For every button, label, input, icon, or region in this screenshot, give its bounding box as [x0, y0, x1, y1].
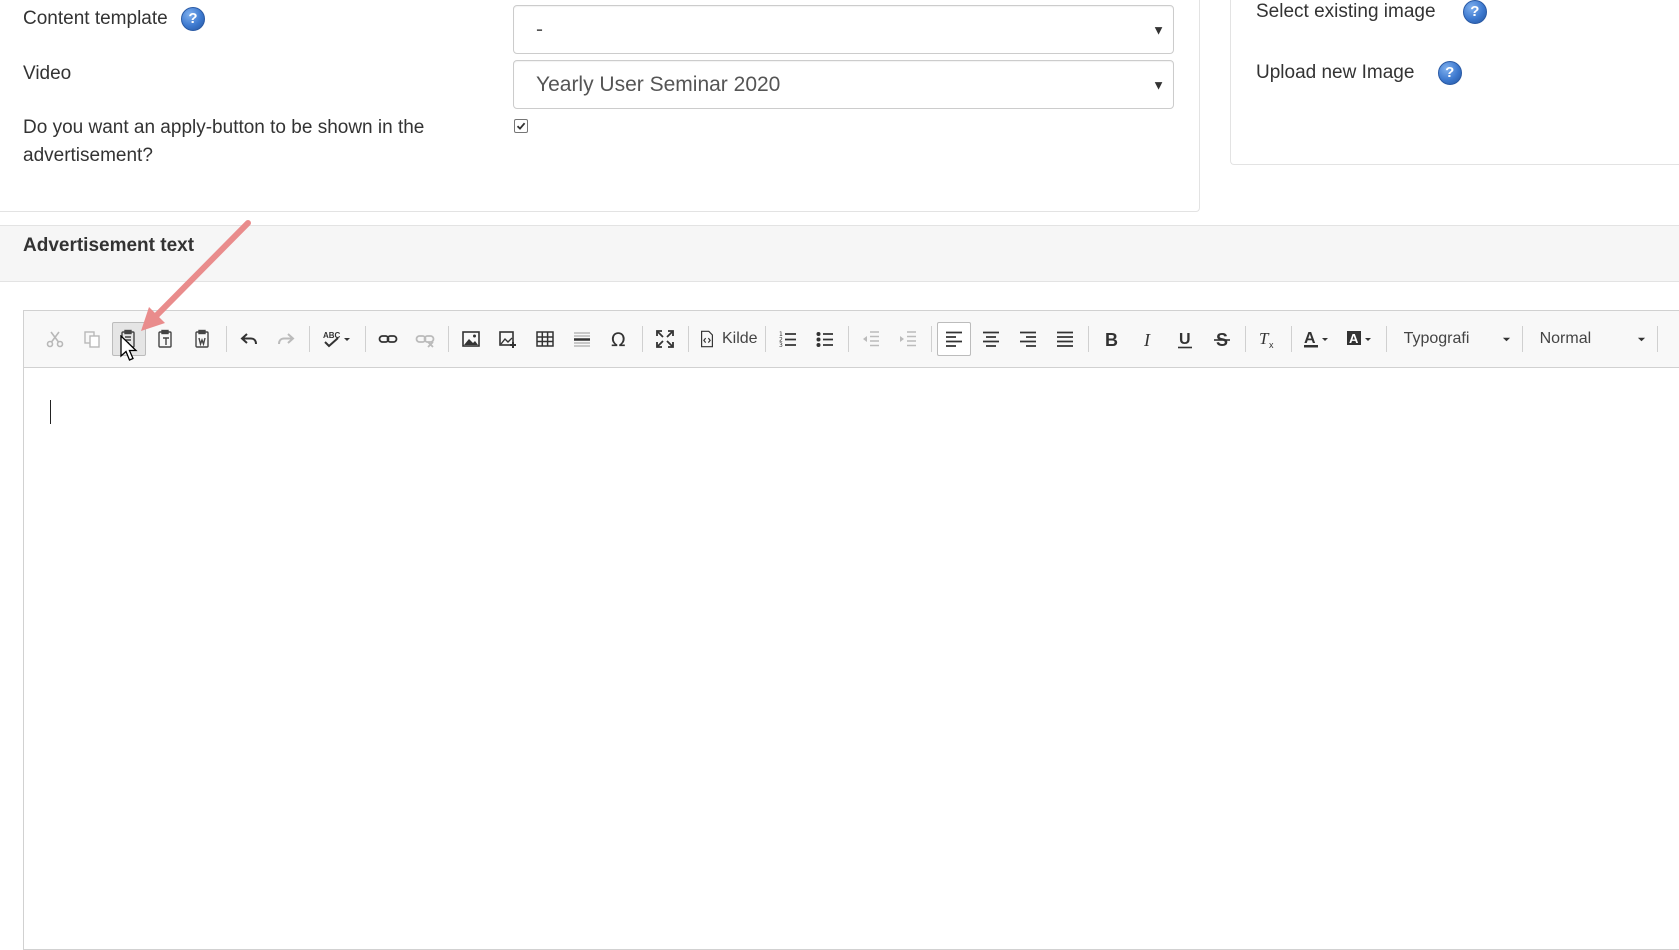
- format-style-dropdown[interactable]: Typografi: [1392, 322, 1519, 356]
- bold-icon[interactable]: B: [1094, 322, 1128, 356]
- svg-text:Ω: Ω: [611, 329, 626, 349]
- help-icon[interactable]: ?: [180, 6, 205, 31]
- spellcheck-icon[interactable]: ABC: [315, 322, 359, 356]
- video-select[interactable]: Yearly User Seminar 2020 ▼: [513, 60, 1174, 109]
- toolbar-separator: [1385, 326, 1387, 352]
- toolbar-separator: [1290, 326, 1292, 352]
- cut-icon[interactable]: [38, 322, 72, 356]
- content-template-select[interactable]: - ▼: [513, 5, 1174, 54]
- undo-icon[interactable]: [232, 322, 266, 356]
- apply-button-checkbox[interactable]: [514, 119, 528, 133]
- source-icon: [701, 330, 713, 348]
- unlink-icon[interactable]: [408, 322, 442, 356]
- editor-content-area[interactable]: [24, 368, 1679, 949]
- insert-media-icon[interactable]: [491, 322, 525, 356]
- video-label: Video: [23, 63, 72, 84]
- content-template-label: Content template ?: [23, 5, 205, 33]
- format-size-dropdown[interactable]: Normal: [1528, 322, 1654, 356]
- svg-text:x: x: [1269, 340, 1274, 349]
- increase-indent-icon[interactable]: [891, 322, 925, 356]
- numbered-list-icon[interactable]: 123: [771, 322, 805, 356]
- toolbar-separator: [226, 326, 227, 352]
- source-button[interactable]: Kilde: [694, 322, 762, 356]
- toolbar-separator: [847, 326, 849, 352]
- image-icon[interactable]: [454, 322, 488, 356]
- svg-text:3: 3: [779, 342, 783, 349]
- text-cursor: [50, 400, 51, 424]
- underline-icon[interactable]: U: [1168, 322, 1202, 356]
- align-left-icon[interactable]: [936, 322, 971, 356]
- text-color-icon[interactable]: A: [1297, 322, 1337, 356]
- apply-button-question: Do you want an apply-button to be shown …: [23, 117, 425, 166]
- copy-icon[interactable]: [75, 322, 109, 356]
- redo-icon[interactable]: [269, 322, 303, 356]
- special-character-icon[interactable]: Ω: [602, 322, 636, 356]
- toolbar-separator: [1087, 326, 1089, 352]
- checkmark-icon: [516, 122, 526, 130]
- help-icon[interactable]: ?: [1437, 60, 1462, 85]
- toolbar-separator: [688, 326, 689, 352]
- strikethrough-icon[interactable]: S: [1205, 322, 1239, 356]
- help-icon[interactable]: ?: [1462, 0, 1487, 24]
- toolbar-separator: [1521, 326, 1523, 352]
- horizontal-line-icon[interactable]: [565, 322, 599, 356]
- svg-text:B: B: [1105, 330, 1118, 349]
- svg-text:A: A: [1349, 331, 1359, 346]
- background-color-icon[interactable]: A: [1340, 322, 1380, 356]
- toolbar-separator: [448, 326, 449, 352]
- rich-text-editor: ABC Ω Kilde 1 2 3 B I U S T x A A Typogr…: [23, 310, 1679, 950]
- chevron-down-icon: ▼: [1152, 77, 1165, 92]
- justify-icon[interactable]: [1048, 322, 1082, 356]
- toolbar-separator: [1244, 326, 1246, 352]
- paste-from-word-icon[interactable]: [186, 322, 220, 356]
- chevron-down-icon: [1637, 337, 1645, 341]
- section-title: Advertisement text: [23, 235, 195, 256]
- toolbar-separator: [764, 326, 766, 352]
- align-right-icon[interactable]: [1011, 322, 1045, 356]
- toolbar-separator: [642, 326, 643, 352]
- decrease-indent-icon[interactable]: [854, 322, 888, 356]
- maximize-icon[interactable]: [648, 322, 682, 356]
- toolbar-separator: [1656, 326, 1658, 352]
- mouse-pointer-icon: [120, 335, 138, 361]
- paste-as-text-icon[interactable]: [149, 322, 183, 356]
- toolbar-separator: [365, 326, 366, 352]
- advertisement-text-header: [0, 225, 1679, 282]
- select-existing-image-label: Select existing image ?: [1256, 0, 1487, 26]
- chevron-down-icon: [1502, 337, 1510, 341]
- bulleted-list-icon[interactable]: [808, 322, 842, 356]
- svg-text:A: A: [1304, 330, 1316, 347]
- editor-toolbar: ABC Ω Kilde 1 2 3 B I U S T x A A Typogr…: [24, 311, 1679, 368]
- toolbar-separator: [930, 326, 932, 352]
- svg-text:I: I: [1143, 330, 1151, 349]
- upload-new-image-label: Upload new Image ?: [1256, 59, 1462, 87]
- chevron-down-icon: ▼: [1152, 22, 1165, 37]
- remove-format-icon[interactable]: Tx: [1251, 322, 1285, 356]
- italic-icon[interactable]: I: [1131, 322, 1165, 356]
- svg-text:U: U: [1179, 331, 1191, 348]
- link-icon[interactable]: [371, 322, 405, 356]
- align-center-icon[interactable]: [974, 322, 1008, 356]
- toolbar-separator: [309, 326, 310, 352]
- table-icon[interactable]: [528, 322, 562, 356]
